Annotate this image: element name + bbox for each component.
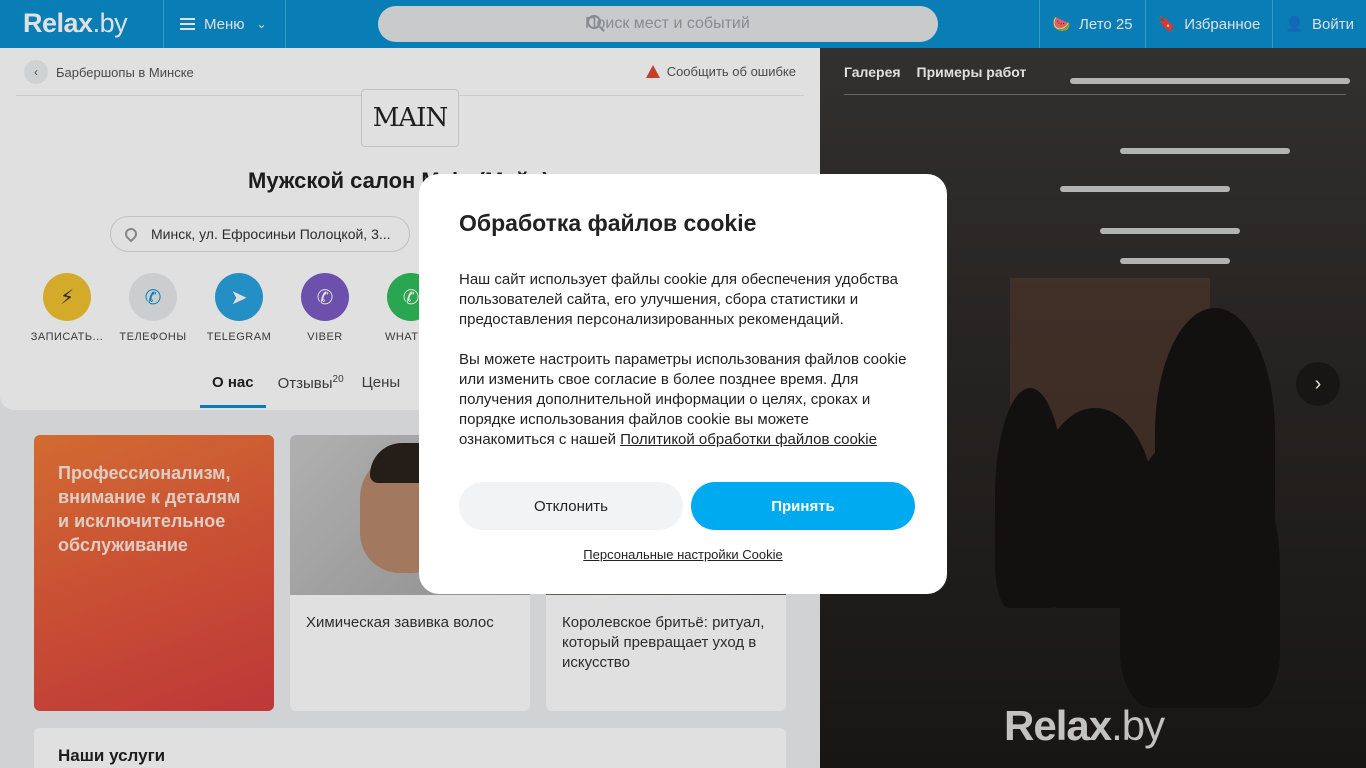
cookie-policy-link[interactable]: Политикой обработки файлов cookie xyxy=(620,431,877,448)
cookie-dialog-text: Вы можете настроить параметры использова… xyxy=(459,350,907,450)
cookie-dialog-text: Наш сайт использует файлы cookie для обе… xyxy=(459,271,898,328)
cookie-consent-dialog: Обработка файлов cookie Наш сайт использ… xyxy=(419,174,947,594)
accept-button[interactable]: Принять xyxy=(691,482,915,530)
decline-button[interactable]: Отклонить xyxy=(459,482,683,530)
cookie-dialog-title: Обработка файлов cookie xyxy=(459,210,757,236)
cookie-dialog-buttons: Отклонить Принять xyxy=(459,482,915,530)
cookie-settings-link[interactable]: Персональные настройки Cookie xyxy=(419,547,947,562)
